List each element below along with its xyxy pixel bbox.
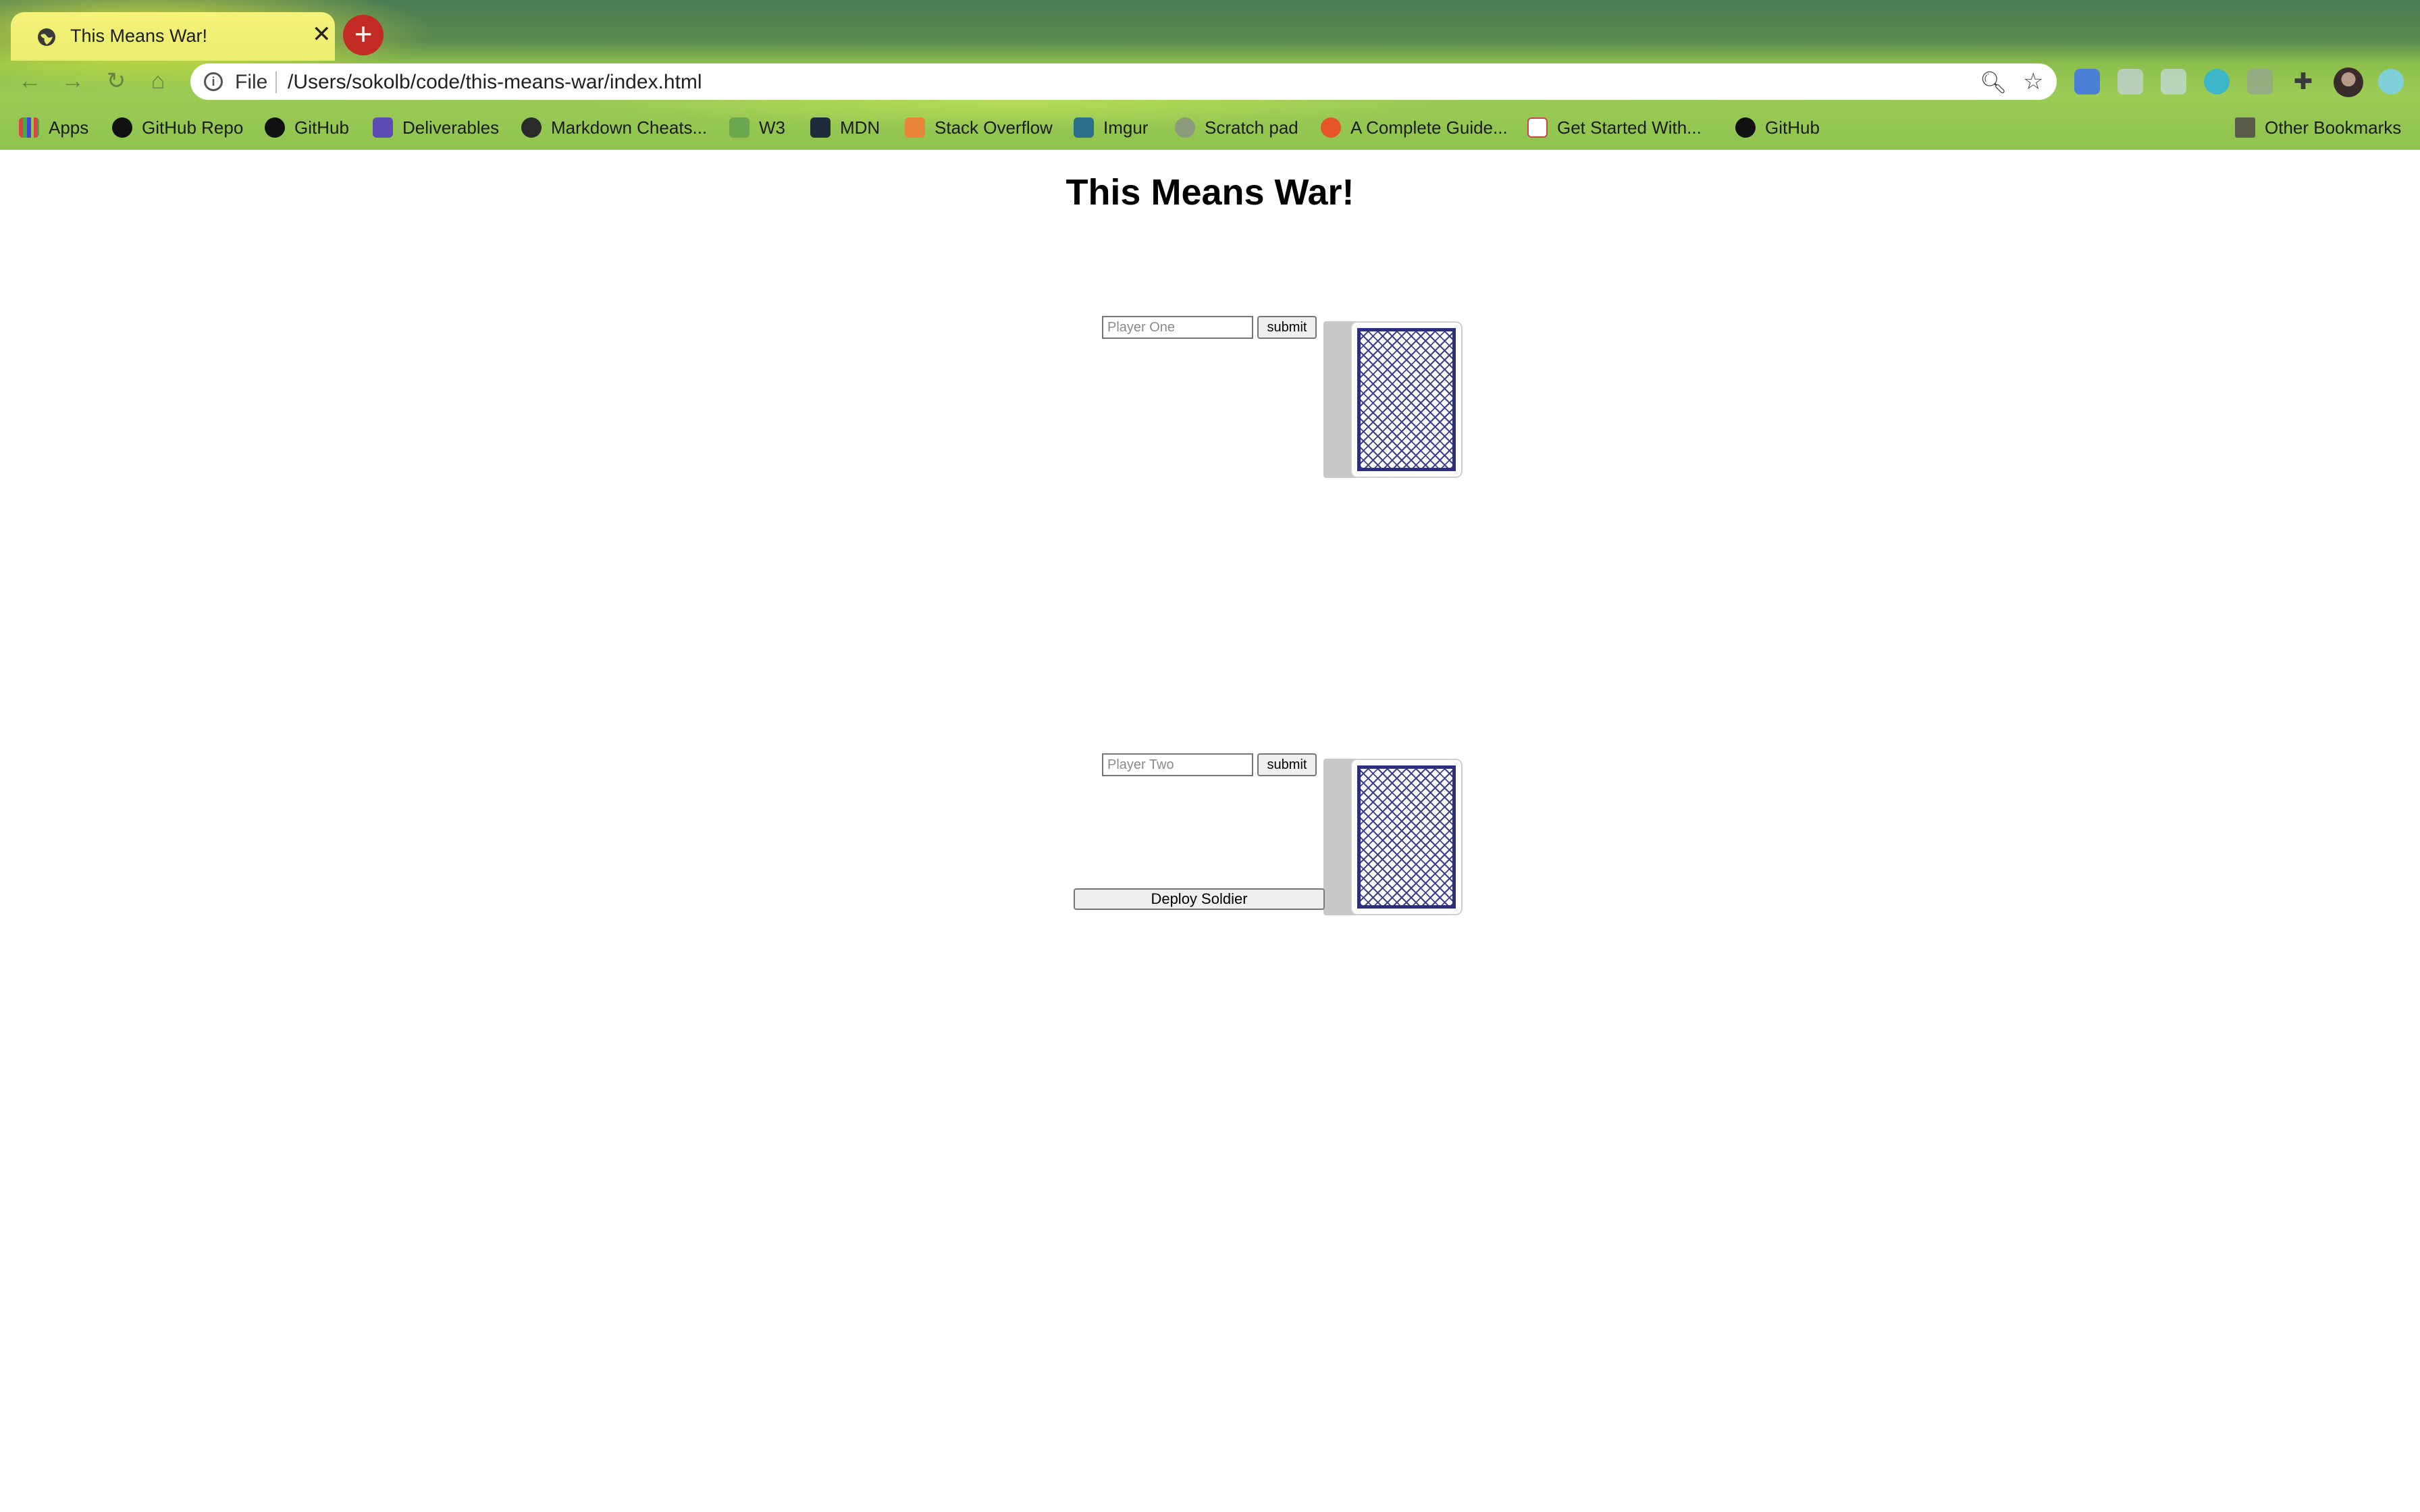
github-icon xyxy=(265,117,285,138)
bookmark-markdown[interactable]: Markdown Cheats... xyxy=(521,113,707,142)
home-icon[interactable]: ⌂ xyxy=(143,66,173,96)
bookmark-label: Deliverables xyxy=(402,117,500,138)
code-icon xyxy=(1527,117,1548,138)
address-bar[interactable]: i File /Users/sokolb/code/this-means-war… xyxy=(190,63,2057,100)
bookmark-label: Imgur xyxy=(1103,117,1149,138)
list-icon xyxy=(373,117,393,138)
back-icon[interactable]: ← xyxy=(15,66,45,96)
bookmark-imgur[interactable]: Imgur xyxy=(1074,113,1148,142)
other-bookmarks-label: Other Bookmarks xyxy=(2265,117,2402,138)
url-scheme: File xyxy=(235,71,268,93)
bookmark-complete-guide[interactable]: A Complete Guide... xyxy=(1321,113,1508,142)
bookmark-label: GitHub xyxy=(1765,117,1820,138)
page-content: This Means War! submit submit Deploy Sol… xyxy=(0,150,2420,1512)
player-one-submit-button[interactable]: submit xyxy=(1257,316,1317,339)
zoom-icon[interactable]: 🔍︎ xyxy=(1980,70,2007,95)
bookmark-label: Apps xyxy=(49,117,89,138)
update-icon[interactable] xyxy=(2378,69,2404,94)
close-tab-icon[interactable]: ✕ xyxy=(312,23,332,46)
apps-grid-icon xyxy=(19,117,39,138)
card-back-pattern xyxy=(1357,765,1456,909)
browser-chrome: This Means War! ✕ + ← → ↻ ⌂ i File /User… xyxy=(0,0,2420,150)
player-two-input[interactable] xyxy=(1102,753,1253,776)
bookmark-label: Get Started With... xyxy=(1557,117,1702,138)
w3-icon xyxy=(729,117,749,138)
bookmark-github-repo[interactable]: GitHub Repo xyxy=(112,113,243,142)
bookmark-stackoverflow[interactable]: Stack Overflow xyxy=(905,113,1053,142)
page-title: This Means War! xyxy=(1066,172,1354,213)
forward-icon[interactable]: → xyxy=(58,66,88,96)
toolbar: ← → ↻ ⌂ i File /Users/sokolb/code/this-m… xyxy=(0,61,2420,101)
folder-icon xyxy=(2235,117,2255,138)
extension-icon[interactable] xyxy=(2247,69,2273,94)
profile-avatar[interactable] xyxy=(2334,68,2363,97)
card[interactable] xyxy=(1350,759,1463,915)
bookmark-get-started[interactable]: Get Started With... xyxy=(1527,113,1702,142)
bookmark-label: Scratch pad xyxy=(1205,117,1298,138)
player-one-input[interactable] xyxy=(1102,316,1253,339)
bookmark-label: Stack Overflow xyxy=(935,117,1053,138)
deploy-soldier-button[interactable]: Deploy Soldier xyxy=(1074,888,1325,910)
bookmark-label: A Complete Guide... xyxy=(1350,117,1508,138)
guide-icon xyxy=(1321,117,1341,138)
divider xyxy=(275,72,277,93)
bookmark-label: Markdown Cheats... xyxy=(551,117,708,138)
github-icon xyxy=(1735,117,1756,138)
bookmark-label: GitHub Repo xyxy=(142,117,244,138)
globe-icon xyxy=(38,28,55,46)
bookmark-star-icon[interactable]: ☆ xyxy=(2023,68,2043,95)
extension-icon[interactable] xyxy=(2118,69,2143,94)
translate-extension-icon[interactable] xyxy=(2074,69,2100,94)
reload-icon[interactable]: ↻ xyxy=(101,66,131,96)
player-two-submit-button[interactable]: submit xyxy=(1257,753,1317,776)
bookmark-label: W3 xyxy=(759,117,785,138)
tab-title: This Means War! xyxy=(70,26,208,46)
bookmarks-bar: Apps GitHub Repo GitHub Deliverables Mar… xyxy=(0,111,2420,144)
card-back-pattern xyxy=(1357,328,1456,471)
player-two-deck[interactable] xyxy=(1323,759,1463,915)
bookmark-apps[interactable]: Apps xyxy=(19,113,88,142)
bookmark-github-2[interactable]: GitHub xyxy=(1735,113,1820,142)
other-bookmarks[interactable]: Other Bookmarks xyxy=(2235,113,2401,142)
imgur-icon xyxy=(1074,117,1094,138)
bookmark-label: GitHub xyxy=(294,117,349,138)
url-text[interactable]: /Users/sokolb/code/this-means-war/index.… xyxy=(288,71,702,94)
github-icon xyxy=(112,117,132,138)
bookmark-github[interactable]: GitHub xyxy=(265,113,349,142)
new-tab-button[interactable]: + xyxy=(343,15,384,55)
extension-icon[interactable] xyxy=(2161,69,2186,94)
stackoverflow-icon xyxy=(905,117,925,138)
bookmark-w3[interactable]: W3 xyxy=(729,113,785,142)
bookmark-scratchpad[interactable]: Scratch pad xyxy=(1175,113,1298,142)
mdn-icon xyxy=(810,117,831,138)
card[interactable] xyxy=(1350,321,1463,478)
tab-active[interactable]: This Means War! ✕ xyxy=(11,12,335,61)
tab-strip: This Means War! ✕ + xyxy=(0,0,2420,61)
info-icon[interactable]: i xyxy=(204,72,223,91)
bookmark-label: MDN xyxy=(840,117,880,138)
player-one-deck[interactable] xyxy=(1323,321,1463,478)
bookmark-deliverables[interactable]: Deliverables xyxy=(373,113,499,142)
github-icon xyxy=(521,117,542,138)
puzzle-extensions-icon[interactable]: ✚ xyxy=(2290,69,2316,94)
bookmark-mdn[interactable]: MDN xyxy=(810,113,880,142)
scratchpad-icon xyxy=(1175,117,1195,138)
sync-extension-icon[interactable] xyxy=(2204,69,2230,94)
